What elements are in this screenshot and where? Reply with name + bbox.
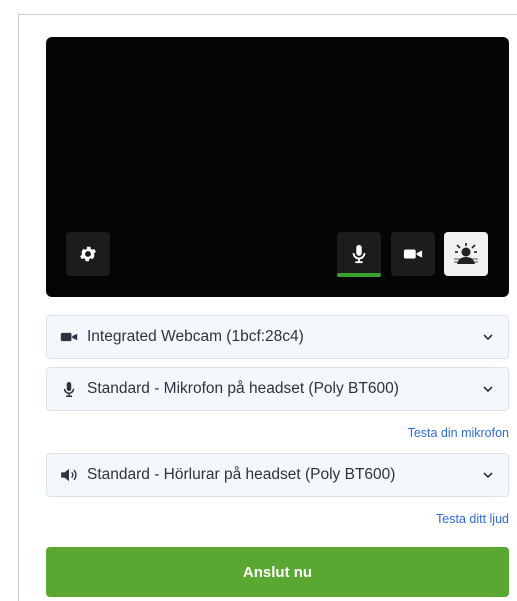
chevron-down-icon xyxy=(480,329,496,345)
speaker-icon xyxy=(59,465,79,485)
video-camera-icon xyxy=(59,327,79,347)
microphone-icon xyxy=(352,244,366,264)
join-now-button[interactable]: Anslut nu xyxy=(46,547,509,597)
test-microphone-link[interactable]: Testa din mikrofon xyxy=(408,426,509,440)
microphone-level-bar xyxy=(337,273,381,277)
test-audio-link[interactable]: Testa ditt ljud xyxy=(436,512,509,526)
video-camera-icon xyxy=(403,249,423,259)
microphone-icon xyxy=(59,379,79,399)
background-blur-icon xyxy=(454,243,478,264)
speaker-select[interactable]: Standard - Hörlurar på headset (Poly BT6… xyxy=(46,453,509,497)
toggle-camera-button[interactable] xyxy=(391,232,435,276)
chevron-down-icon xyxy=(480,381,496,397)
speaker-select-value: Standard - Hörlurar på headset (Poly BT6… xyxy=(87,466,396,483)
chevron-down-icon xyxy=(480,467,496,483)
gear-icon xyxy=(80,246,96,262)
camera-select-value: Integrated Webcam (1bcf:28c4) xyxy=(87,328,304,345)
microphone-select-value: Standard - Mikrofon på headset (Poly BT6… xyxy=(87,380,399,397)
camera-select[interactable]: Integrated Webcam (1bcf:28c4) xyxy=(46,315,509,359)
microphone-select[interactable]: Standard - Mikrofon på headset (Poly BT6… xyxy=(46,367,509,411)
settings-button[interactable] xyxy=(66,232,110,276)
background-effects-button[interactable] xyxy=(444,232,488,276)
video-preview xyxy=(46,37,509,297)
mute-microphone-button[interactable] xyxy=(337,232,381,276)
